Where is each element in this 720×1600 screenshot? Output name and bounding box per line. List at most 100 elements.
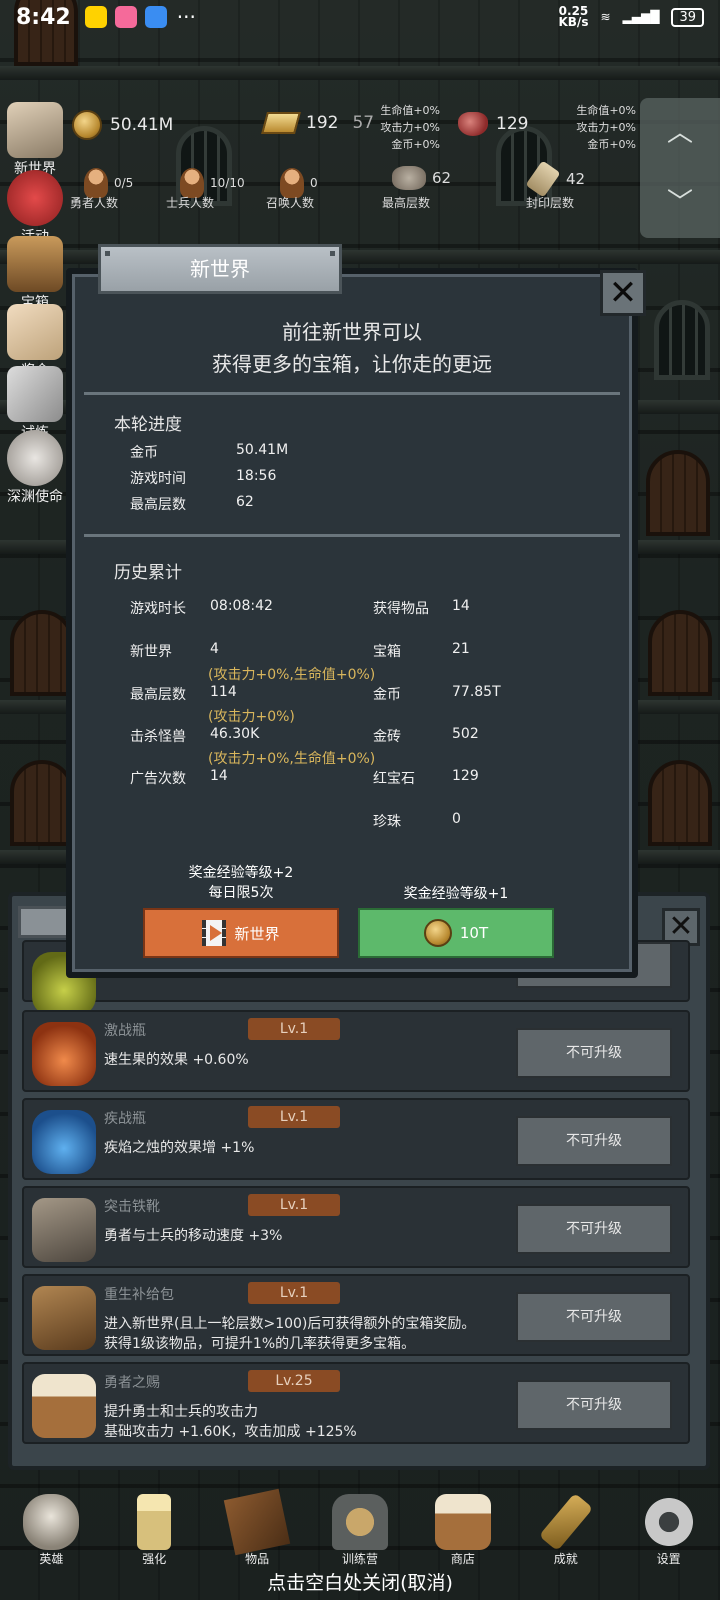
ruby-value: 129 xyxy=(496,114,529,134)
gold-option-caption: 奖金经验等级+1 xyxy=(403,886,509,902)
battery-icon: 39 xyxy=(671,7,704,27)
nav-enhance[interactable]: 强化 xyxy=(103,1494,206,1574)
key-icon xyxy=(538,1492,593,1552)
candle-icon xyxy=(137,1494,172,1550)
list-item: 突击铁靴 Lv.1 勇者与士兵的移动速度 +3% 不可升级 xyxy=(22,1186,690,1268)
gold-coin-icon xyxy=(423,919,452,947)
status-bar: 8:42 ··· 0.25 KB/s ≋ ▂▄▆█ 39 xyxy=(0,0,720,34)
side-new-world[interactable]: 新世界 xyxy=(0,102,70,178)
close-icon: ✕ xyxy=(608,273,638,313)
stat-label: 红宝石 xyxy=(373,771,415,787)
side-chest[interactable]: 宝箱 xyxy=(0,236,70,312)
gold-value: 50.41M xyxy=(110,115,174,135)
wifi-icon: ≋ xyxy=(600,10,611,24)
buff-list-right: 生命值+0% 攻击力+0% 金币+0% xyxy=(576,104,636,151)
ruby-counter: 129 xyxy=(458,112,528,136)
close-hint[interactable]: 点击空白处关闭(取消) xyxy=(0,1568,720,1595)
lantern-icon xyxy=(332,1494,388,1550)
stat-value: 14 xyxy=(210,768,228,784)
button-label: 10T xyxy=(459,924,489,942)
signal-icon: ▂▄▆█ xyxy=(622,10,660,24)
notification-app-icon xyxy=(84,6,107,28)
more-notifications-icon: ··· xyxy=(176,5,196,29)
stat-value: 114 xyxy=(210,684,237,700)
stat-value: 77.85T xyxy=(452,684,501,700)
bottom-nav: 英雄 强化 物品 训练营 商店 成就 设置 xyxy=(0,1488,720,1574)
clock: 8:42 xyxy=(16,4,71,30)
upgrade-button[interactable]: 不可升级 xyxy=(516,1028,672,1078)
gold-counter: 50.41M xyxy=(72,110,173,140)
floor-scroller[interactable]: ︿ ﹀ xyxy=(640,98,720,238)
side-event[interactable]: 活动 xyxy=(0,170,70,246)
hero-count: 0/5 勇者人数 xyxy=(70,168,133,210)
upgrade-button[interactable]: 不可升级 xyxy=(516,1116,672,1166)
envelope-icon xyxy=(7,304,63,360)
gold-bar-icon xyxy=(261,112,301,134)
divider xyxy=(84,534,620,537)
max-floor-count: 62 最高层数 xyxy=(382,166,451,210)
scroll-up-icon[interactable]: ︿ xyxy=(640,98,720,168)
dialog-title: 新世界 xyxy=(98,244,342,294)
list-item: 激战瓶 Lv.1 速生果的效果 +0.60% 不可升级 xyxy=(22,1010,690,1092)
upgrade-button[interactable]: 不可升级 xyxy=(516,1380,672,1430)
divider xyxy=(84,392,620,395)
ruby-icon xyxy=(458,112,488,136)
button-label: 新世界 xyxy=(234,924,280,943)
stat-value: 46.30K xyxy=(210,726,260,742)
stat-value: 08:08:42 xyxy=(210,598,273,614)
nav-heroes[interactable]: 英雄 xyxy=(0,1494,103,1574)
soldier-count: 10/10 士兵人数 xyxy=(166,168,245,210)
ad-option-caption: 奖金经验等级+2 每日限5次 xyxy=(188,865,294,901)
video-play-icon xyxy=(202,920,227,946)
book-icon xyxy=(223,1488,291,1556)
heart-icon xyxy=(7,170,63,226)
gear-icon xyxy=(640,1494,697,1550)
bonus-note: (攻击力+0%,生命值+0%) xyxy=(208,751,376,767)
stat-value: 18:56 xyxy=(236,468,277,484)
nav-achievements[interactable]: 成就 xyxy=(514,1492,617,1574)
stat-label: 珍珠 xyxy=(373,814,401,830)
sealed-floor-count: 42 封印层数 xyxy=(525,160,585,210)
mug-icon xyxy=(434,1494,491,1550)
stat-value: 502 xyxy=(452,726,479,742)
scroll-down-icon[interactable]: ﹀ xyxy=(640,168,720,238)
upgrade-button[interactable]: 不可升级 xyxy=(516,1204,672,1254)
stat-value: 62 xyxy=(236,494,254,510)
stone-icon xyxy=(392,166,426,190)
upgrade-button[interactable]: 不可升级 xyxy=(516,1292,672,1342)
side-abyss[interactable]: 深渊使命 xyxy=(0,430,70,506)
skull-icon xyxy=(23,1494,80,1550)
watch-ad-new-world-button[interactable]: 新世界 xyxy=(143,908,339,958)
notification-app-icon xyxy=(114,6,137,28)
stat-label: 新世界 xyxy=(130,644,172,660)
nav-settings[interactable]: 设置 xyxy=(617,1494,720,1574)
gold-bar-value: 192 xyxy=(306,113,339,133)
stat-value: 14 xyxy=(452,598,470,614)
gold-bar-counter: 192 57 xyxy=(261,112,374,134)
potion-icon xyxy=(32,1110,96,1174)
list-item: 重生补给包 Lv.1 进入新世界(且上一轮层数>100)后可获得额外的宝箱奖励。… xyxy=(22,1274,690,1356)
bonus-note: (攻击力+0%,生命值+0%) xyxy=(208,667,376,683)
nav-training[interactable]: 训练营 xyxy=(309,1494,412,1574)
nav-items[interactable]: 物品 xyxy=(206,1488,309,1574)
stat-value: 0 xyxy=(452,811,461,827)
backpack-icon xyxy=(32,1286,96,1350)
chest-icon xyxy=(7,236,63,292)
stat-label: 击杀怪兽 xyxy=(130,729,186,745)
stat-value: 50.41M xyxy=(236,442,289,458)
dialog-close-button[interactable]: ✕ xyxy=(600,270,646,316)
stat-value: 21 xyxy=(452,641,470,657)
scroll-icon xyxy=(7,102,63,158)
stat-label: 游戏时间 xyxy=(130,471,186,487)
nav-shop[interactable]: 商店 xyxy=(411,1494,514,1574)
pay-gold-new-world-button[interactable]: 10T xyxy=(358,908,554,958)
level-badge: Lv.1 xyxy=(248,1106,340,1128)
stat-value: 129 xyxy=(452,768,479,784)
level-badge: Lv.1 xyxy=(248,1018,340,1040)
stat-value: 4 xyxy=(210,641,219,657)
stat-label: 宝箱 xyxy=(373,644,401,660)
gold-coin-icon xyxy=(72,110,102,140)
bonus-note: (攻击力+0%) xyxy=(208,709,295,725)
stat-label: 游戏时长 xyxy=(130,601,186,617)
boot-icon xyxy=(32,1198,96,1262)
